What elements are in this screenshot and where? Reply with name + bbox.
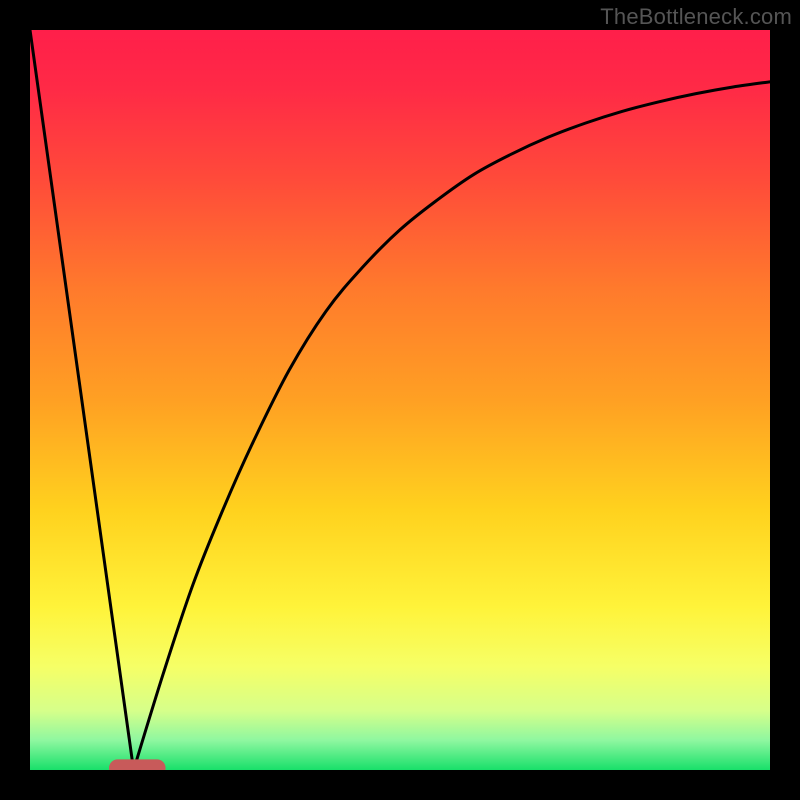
optimum-marker	[110, 760, 166, 770]
watermark-text: TheBottleneck.com	[600, 4, 792, 30]
plot-area	[30, 30, 770, 770]
chart-frame: TheBottleneck.com	[0, 0, 800, 800]
series-right-curve	[134, 82, 770, 770]
series-left-segment	[30, 30, 134, 770]
curve-layer	[30, 30, 770, 770]
